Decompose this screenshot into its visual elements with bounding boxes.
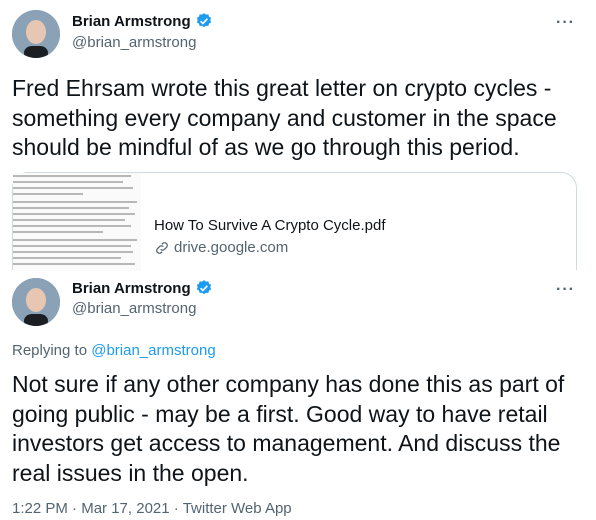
separator: · <box>72 500 78 517</box>
card-domain[interactable]: drive.google.com <box>154 239 288 256</box>
tweet-text-line: real issues in the open. <box>12 459 249 486</box>
avatar[interactable] <box>12 10 60 58</box>
tweet-source[interactable]: Twitter Web App <box>183 500 292 517</box>
verified-badge-icon <box>195 279 213 297</box>
card-domain-text: drive.google.com <box>174 239 289 256</box>
tweet-text: Not sure if any other company has done t… <box>12 370 564 488</box>
link-card[interactable]: How To Survive A Crypto Cycle.pdf drive.… <box>12 172 577 271</box>
author-name[interactable]: Brian Armstrong <box>72 13 191 30</box>
tweet-text-line: Not sure if any other company has done t… <box>12 371 565 397</box>
tweet-reply[interactable]: Brian Armstrong @brian_armstrong ··· Rep… <box>0 270 596 520</box>
author-handle[interactable]: @brian_armstrong <box>72 34 196 51</box>
replying-handle-link[interactable]: @brian_armstrong <box>91 342 215 359</box>
verified-badge-icon <box>195 12 213 30</box>
tweet-text: Fred Ehrsam wrote this great letter on c… <box>12 74 557 163</box>
author-name[interactable]: Brian Armstrong <box>72 280 191 297</box>
more-horizontal-icon[interactable]: ··· <box>556 282 575 298</box>
separator: · <box>173 500 179 517</box>
card-title[interactable]: How To Survive A Crypto Cycle.pdf <box>154 217 386 234</box>
tweet-text-line: something every company and customer in … <box>12 104 557 131</box>
pdf-thumbnail <box>13 173 141 271</box>
tweet-text-line: should be mindful of as we go through th… <box>12 134 520 160</box>
tweet-text-line: Fred Ehrsam wrote this great letter on c… <box>12 75 552 101</box>
tweet-metadata: 1:22 PM · Mar 17, 2021 · Twitter Web App <box>12 500 292 517</box>
replying-label: Replying to <box>12 342 88 359</box>
tweet-text-line: investors get access to management. And … <box>12 430 561 456</box>
tweet-original[interactable]: Brian Armstrong @brian_armstrong ··· Fre… <box>0 0 596 271</box>
replying-to: Replying to @brian_armstrong <box>12 342 216 359</box>
author-handle[interactable]: @brian_armstrong <box>72 300 196 317</box>
avatar[interactable] <box>12 278 60 326</box>
tweet-date[interactable]: Mar 17, 2021 <box>81 500 169 517</box>
link-icon <box>154 240 170 256</box>
tweet-text-line: going public - may be a first. Good way … <box>12 400 548 427</box>
tweet-time[interactable]: 1:22 PM <box>12 500 68 517</box>
more-horizontal-icon[interactable]: ··· <box>556 15 575 31</box>
